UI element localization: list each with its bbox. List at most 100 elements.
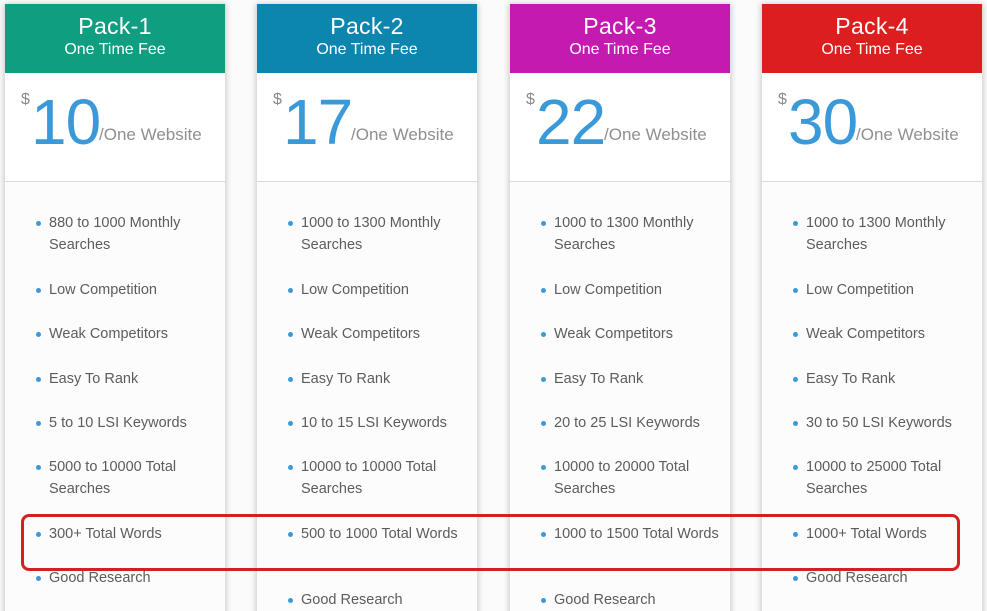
feature-text: Easy To Rank xyxy=(806,371,896,387)
pricing-card-pack-4: Pack-4 One Time Fee $ 30 /One Website 10… xyxy=(761,4,983,611)
bullet-dot-icon xyxy=(36,221,41,226)
bullet-dot-icon xyxy=(36,465,41,470)
feature-text: 1000 to 1300 Monthly Searches xyxy=(806,215,946,253)
bullet-dot-icon xyxy=(288,532,293,537)
pack-title: Pack-3 xyxy=(583,13,657,39)
bullet-dot-icon xyxy=(793,576,798,581)
pricing-page: Pack-1 One Time Fee $ 10 /One Website 88… xyxy=(0,0,987,611)
pack-header: Pack-4 One Time Fee xyxy=(762,4,982,73)
feature-text: Low Competition xyxy=(49,282,157,298)
bullet-dot-icon xyxy=(793,465,798,470)
bullet-dot-icon xyxy=(793,421,798,426)
pack-title: Pack-2 xyxy=(330,13,404,39)
feature-text: 500 to 1000 Total Words xyxy=(301,526,458,542)
feature-text: Low Competition xyxy=(554,282,662,298)
feature-text: Low Competition xyxy=(301,282,409,298)
list-item: Good Research xyxy=(288,589,471,611)
list-item: Weak Competitors xyxy=(541,323,724,345)
pack-fee-label: One Time Fee xyxy=(821,41,923,58)
pack-header: Pack-1 One Time Fee xyxy=(5,4,225,73)
list-item: Low Competition xyxy=(541,279,724,301)
feature-text: 1000 to 1300 Monthly Searches xyxy=(554,215,694,253)
bullet-dot-icon xyxy=(541,221,546,226)
list-item: 1000+ Total Words xyxy=(793,523,976,545)
feature-text: 20 to 25 LSI Keywords xyxy=(554,415,700,431)
feature-text: Good Research xyxy=(554,592,656,608)
bullet-dot-icon xyxy=(793,288,798,293)
bullet-dot-icon xyxy=(288,377,293,382)
bullet-dot-icon xyxy=(288,598,293,603)
pack-fee-label: One Time Fee xyxy=(316,41,418,58)
price-block: $ 22 /One Website xyxy=(510,73,730,182)
pack-title: Pack-1 xyxy=(78,13,152,39)
currency-symbol: $ xyxy=(526,91,535,108)
list-item: 10000 to 10000 Total Searches xyxy=(288,456,471,500)
bullet-dot-icon xyxy=(36,288,41,293)
bullet-dot-icon xyxy=(288,221,293,226)
pack-header: Pack-3 One Time Fee xyxy=(510,4,730,73)
list-item: Weak Competitors xyxy=(793,323,976,345)
bullet-dot-icon xyxy=(288,421,293,426)
list-item: 1000 to 1300 Monthly Searches xyxy=(793,212,976,256)
price-unit: /One Website xyxy=(351,125,454,144)
list-item: Easy To Rank xyxy=(36,368,219,390)
bullet-dot-icon xyxy=(541,598,546,603)
feature-text: 5000 to 10000 Total Searches xyxy=(49,459,177,497)
list-item: 1000 to 1300 Monthly Searches xyxy=(288,212,471,256)
bullet-dot-icon xyxy=(36,532,41,537)
bullet-dot-icon xyxy=(793,221,798,226)
list-item: Weak Competitors xyxy=(36,323,219,345)
pack-fee-label: One Time Fee xyxy=(64,41,166,58)
bullet-dot-icon xyxy=(793,332,798,337)
bullet-dot-icon xyxy=(36,332,41,337)
feature-text: 10000 to 10000 Total Searches xyxy=(301,459,437,497)
feature-text: Easy To Rank xyxy=(49,371,139,387)
price-amount: 22 xyxy=(536,86,606,158)
feature-text: Low Competition xyxy=(806,282,914,298)
list-item: Easy To Rank xyxy=(288,368,471,390)
price-unit: /One Website xyxy=(856,125,959,144)
list-item: Good Research xyxy=(793,567,976,589)
list-item: 5000 to 10000 Total Searches xyxy=(36,456,219,500)
list-item: 880 to 1000 Monthly Searches xyxy=(36,212,219,256)
feature-text: Weak Competitors xyxy=(301,326,420,342)
price-block: $ 10 /One Website xyxy=(5,73,225,182)
feature-text: 1000 to 1500 Total Words xyxy=(554,526,719,542)
bullet-dot-icon xyxy=(541,377,546,382)
list-item: 1000 to 1500 Total Words xyxy=(541,523,724,545)
list-item: 30 to 50 LSI Keywords xyxy=(793,412,976,434)
list-item: Low Competition xyxy=(288,279,471,301)
list-item: 10000 to 25000 Total Searches xyxy=(793,456,976,500)
list-item: 1000 to 1300 Monthly Searches xyxy=(541,212,724,256)
pricing-card-pack-2: Pack-2 One Time Fee $ 17 /One Website 10… xyxy=(256,4,478,611)
pack-fee-label: One Time Fee xyxy=(569,41,671,58)
list-item: 500 to 1000 Total Words xyxy=(288,523,471,545)
list-item: 10000 to 20000 Total Searches xyxy=(541,456,724,500)
list-item: 300+ Total Words xyxy=(36,523,219,545)
currency-symbol: $ xyxy=(778,91,787,108)
price-unit: /One Website xyxy=(604,125,707,144)
feature-text: 30 to 50 LSI Keywords xyxy=(806,415,952,431)
currency-symbol: $ xyxy=(273,91,282,108)
bullet-dot-icon xyxy=(541,288,546,293)
pricing-card-pack-1: Pack-1 One Time Fee $ 10 /One Website 88… xyxy=(4,4,226,611)
feature-text: 10000 to 20000 Total Searches xyxy=(554,459,690,497)
feature-text: Good Research xyxy=(301,592,403,608)
list-item: 20 to 25 LSI Keywords xyxy=(541,412,724,434)
bullet-dot-icon xyxy=(541,421,546,426)
price-amount: 10 xyxy=(31,86,101,158)
price-unit: /One Website xyxy=(99,125,202,144)
price-amount: 17 xyxy=(283,86,353,158)
bullet-dot-icon xyxy=(36,576,41,581)
feature-text: 10 to 15 LSI Keywords xyxy=(301,415,447,431)
list-item: Good Research xyxy=(36,567,219,589)
bullet-dot-icon xyxy=(288,288,293,293)
bullet-dot-icon xyxy=(288,465,293,470)
list-item: Low Competition xyxy=(793,279,976,301)
feature-text: Weak Competitors xyxy=(49,326,168,342)
list-item: 10 to 15 LSI Keywords xyxy=(288,412,471,434)
list-item: Easy To Rank xyxy=(793,368,976,390)
list-item: Low Competition xyxy=(36,279,219,301)
currency-symbol: $ xyxy=(21,91,30,108)
feature-text: 300+ Total Words xyxy=(49,526,162,542)
